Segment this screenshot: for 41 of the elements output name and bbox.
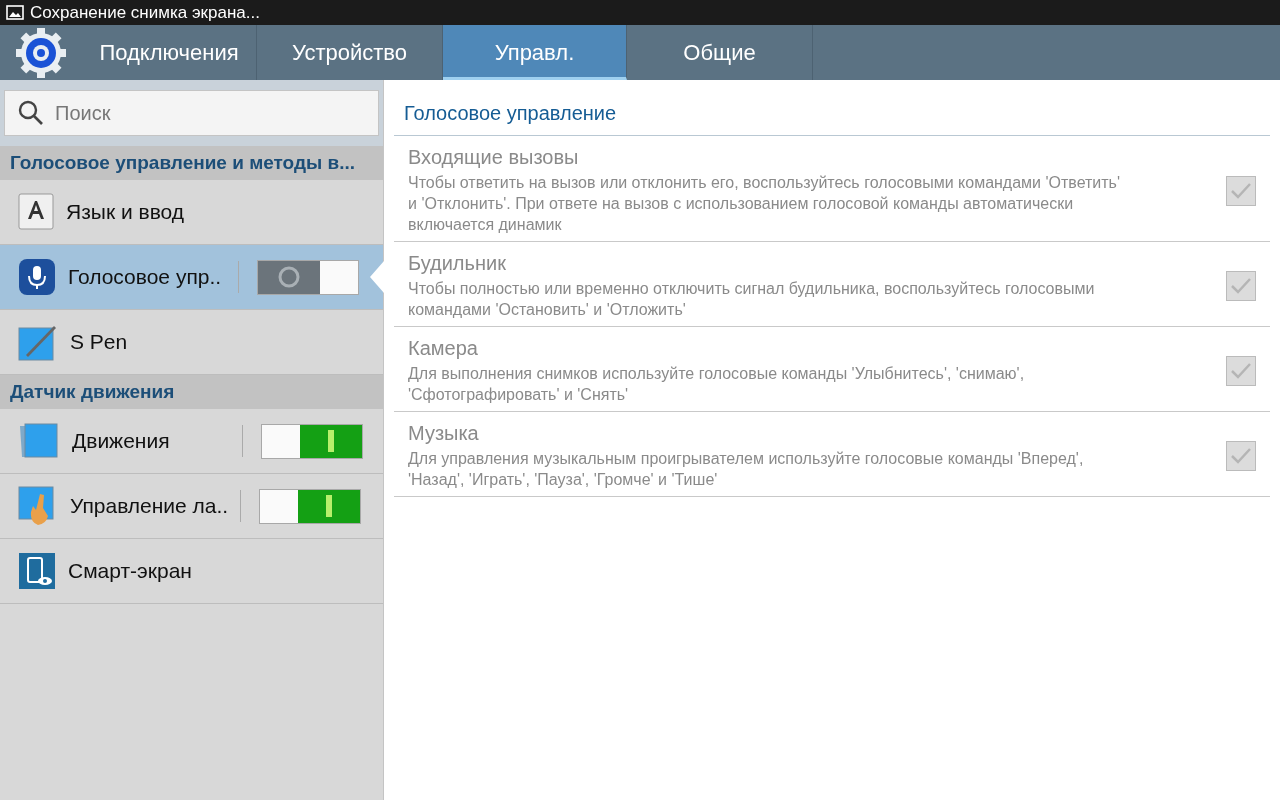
setting-title: Камера	[408, 337, 479, 360]
keyboard-key-icon	[18, 193, 54, 231]
section-header: Голосовое управление и методы в...	[0, 146, 383, 180]
toggle-switch[interactable]	[259, 488, 361, 524]
check-icon	[1230, 447, 1252, 465]
selection-pointer	[370, 261, 384, 293]
setting-description: Для управления музыкальным проигрывателем используйте голосовые команды 'Вперед', 'Назад', 'Играть', 'Пауза', 'Громче' и 'Тише'	[408, 449, 1085, 490]
item-label: Движения	[72, 429, 171, 453]
pen-icon	[18, 323, 58, 361]
section-header: Датчик движения	[0, 375, 383, 409]
setting-title: Музыка	[408, 422, 480, 445]
smart-screen-icon	[18, 552, 56, 590]
tab[interactable]: Управл.	[443, 25, 627, 80]
check-icon	[1230, 181, 1252, 200]
settings-icon	[15, 26, 67, 79]
section-title: Голосовое управление	[394, 98, 1270, 136]
sidebar-item[interactable]: Голосовое упр..	[0, 245, 383, 310]
setting-title: Входящие вызовы	[408, 146, 580, 169]
check-icon	[1230, 277, 1252, 295]
notification-text: Сохранение снимка экрана...	[30, 2, 260, 23]
check-icon	[1230, 362, 1252, 380]
item-label: Язык и ввод	[66, 200, 186, 224]
off-circle-icon	[277, 265, 301, 289]
toggle-switch[interactable]	[257, 259, 359, 295]
toggle-switch[interactable]	[261, 423, 363, 459]
item-label: S Pen	[70, 330, 129, 354]
motion-screen-icon	[18, 422, 60, 460]
item-label: Смарт-экран	[68, 559, 193, 583]
on-bar-icon	[326, 495, 332, 517]
setting-title: Будильник	[408, 252, 507, 275]
setting-description: Чтобы полностью или временно отключить сигнал будильника, воспользуйтесь голосовыми командами 'Остановить' и 'Отложить'	[408, 279, 1096, 320]
microphone-icon	[18, 258, 56, 296]
search-icon	[18, 100, 44, 126]
setting-description: Для выполнения снимков используйте голосовые команды 'Улыбнитесь', 'снимаю', 'Сфотографировать' и 'Снять'	[408, 364, 1026, 405]
tab[interactable]: Общие	[627, 25, 813, 80]
setting-description: Чтобы ответить на вызов или отклонить его, воспользуйтесь голосовыми командами 'Ответить' и 'Отклонить'. При ответе на вызов с использованием голосовой команды автоматически включается динамик	[408, 173, 1121, 235]
item-label: Управление ла..	[70, 494, 230, 518]
search-field[interactable]: Поиск	[4, 90, 379, 136]
image-icon	[6, 5, 24, 20]
on-bar-icon	[328, 430, 334, 452]
item-label: Голосовое упр..	[68, 265, 223, 289]
